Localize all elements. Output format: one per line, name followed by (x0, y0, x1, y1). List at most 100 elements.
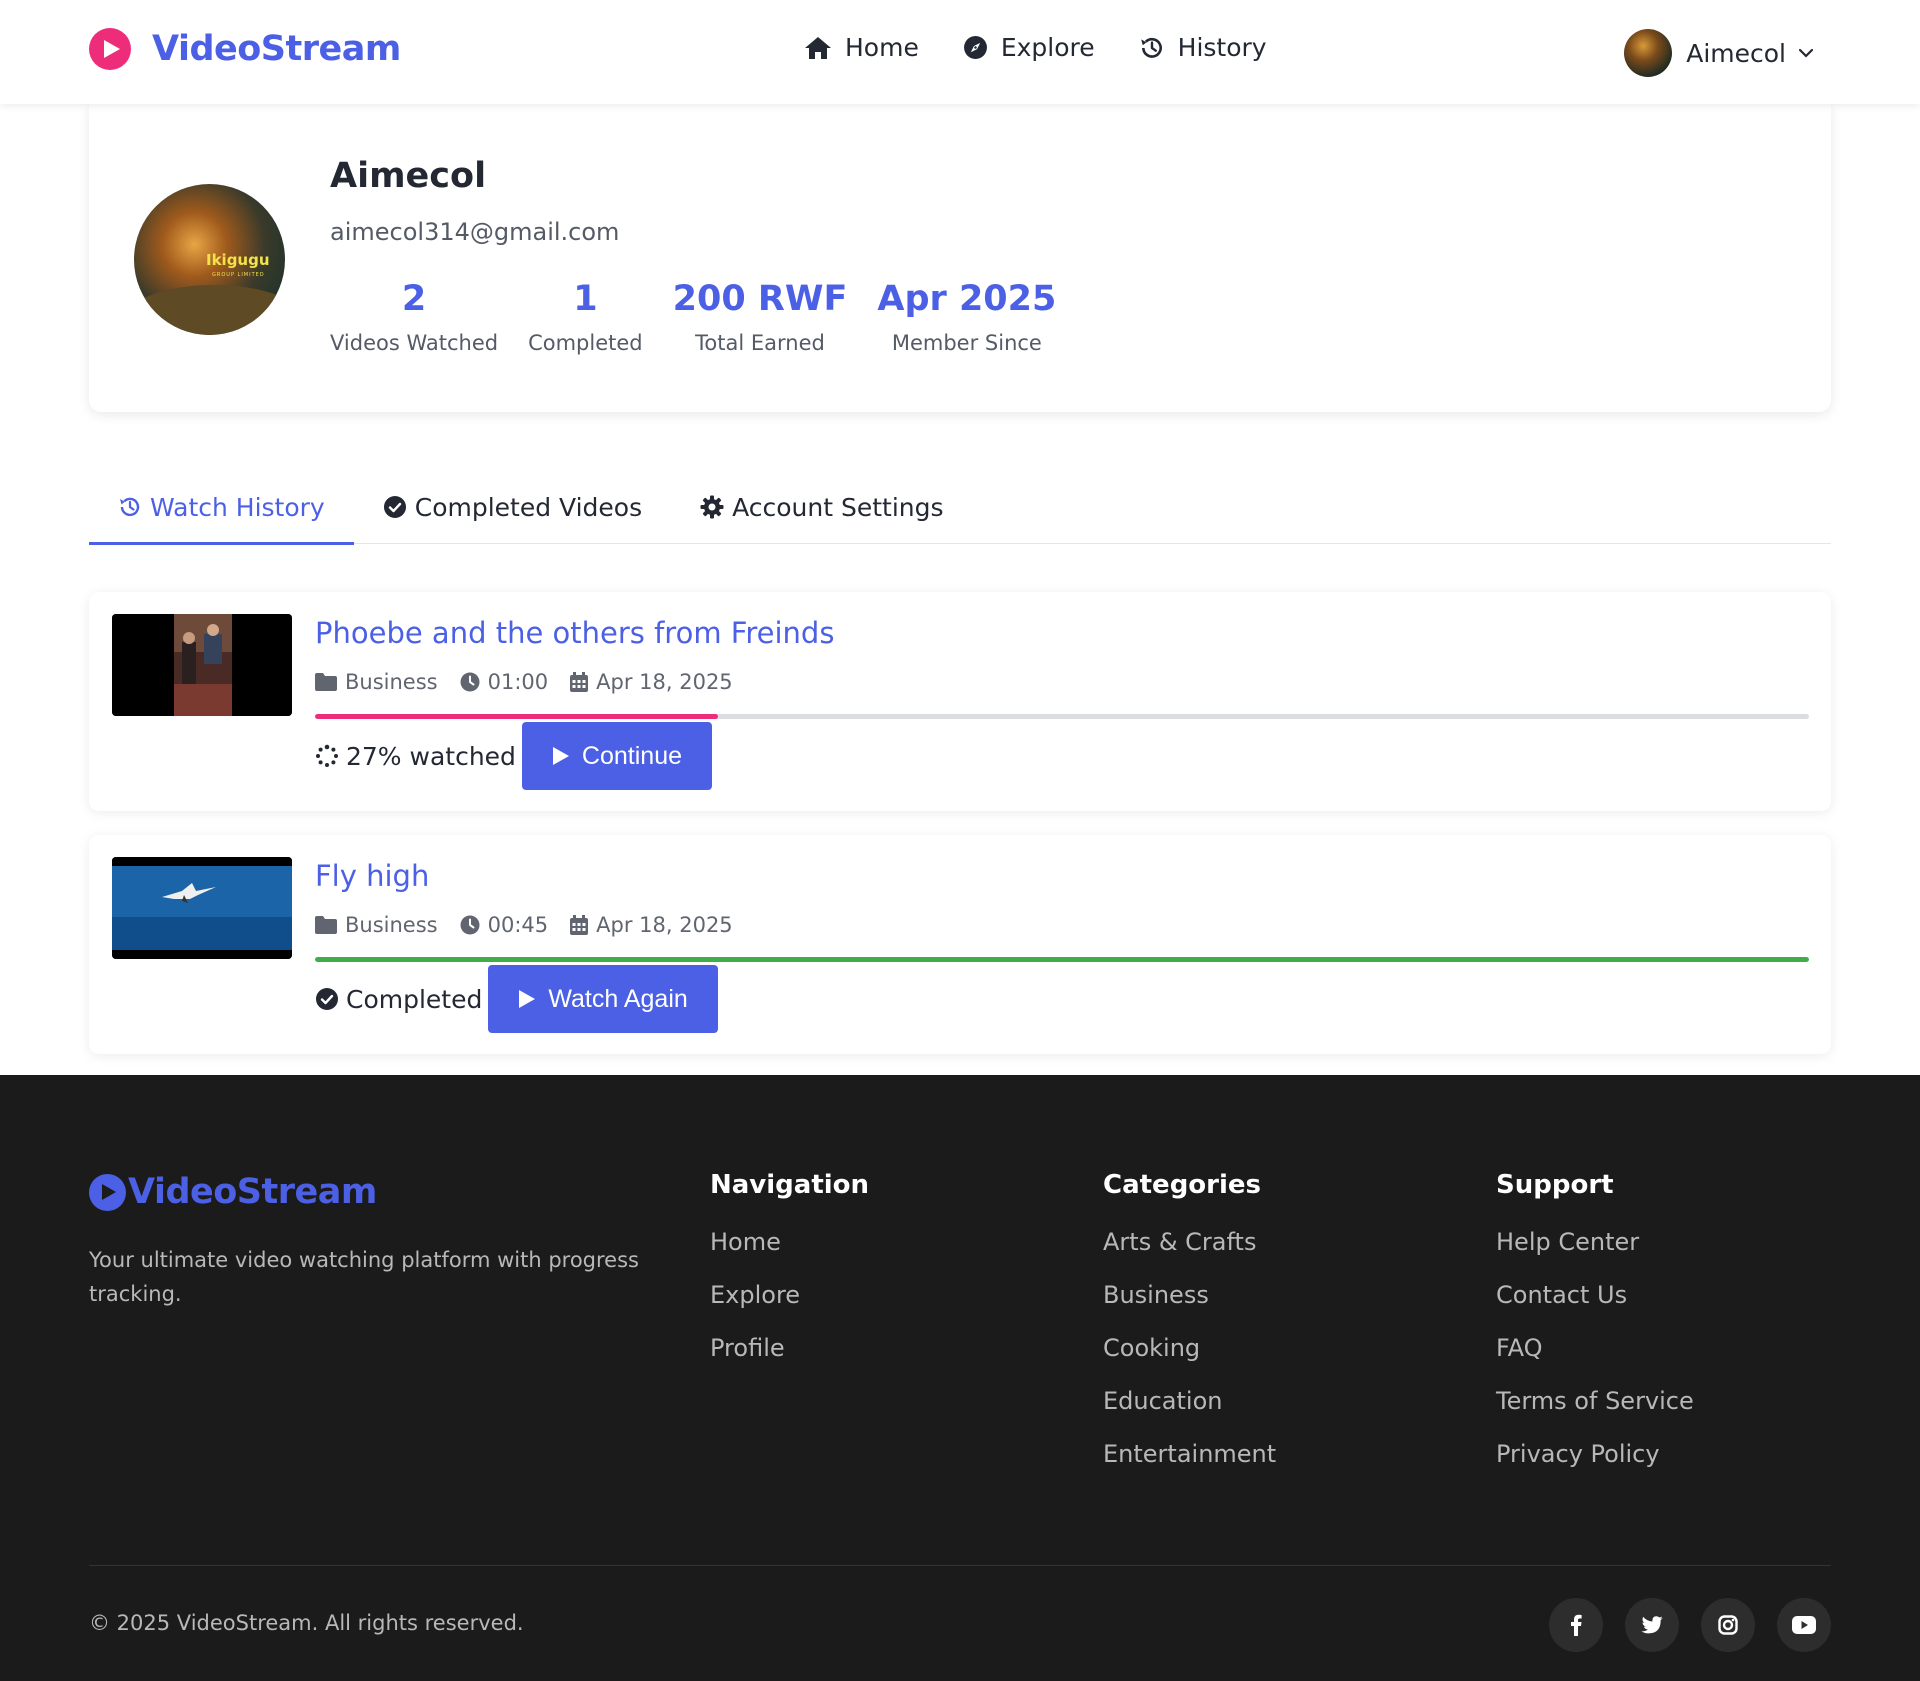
date-label: Apr 18, 2025 (596, 670, 733, 694)
footer-link-education[interactable]: Education (1103, 1387, 1276, 1440)
video-category: Business (315, 670, 438, 694)
video-thumbnail[interactable] (112, 614, 292, 716)
stat-label: Videos Watched (330, 330, 499, 355)
footer-column-categories: Categories Arts & Crafts Business Cookin… (1103, 1170, 1276, 1493)
instagram-link[interactable] (1701, 1598, 1755, 1652)
progress-bar (315, 957, 1809, 962)
check-circle-icon (383, 496, 406, 518)
tab-label: Account Settings (732, 492, 944, 522)
category-label: Business (345, 913, 438, 937)
play-icon (552, 747, 569, 765)
video-date: Apr 18, 2025 (570, 913, 733, 937)
status-row: Completed Watch Again (315, 965, 718, 1033)
status-row: 27% watched Continue (315, 722, 712, 790)
video-duration: 00:45 (460, 913, 549, 937)
nav-explore[interactable]: Explore (963, 33, 1095, 62)
watch-status: Completed (315, 985, 482, 1014)
history-item: Fly high Business 00:45 Apr 18, 2025 Com… (89, 835, 1831, 1054)
twitter-icon (1641, 1616, 1663, 1634)
gear-icon (700, 495, 724, 519)
button-label: Watch Again (548, 984, 688, 1013)
stat-member-since: Apr 2025 Member Since (877, 280, 1056, 355)
watch-again-button[interactable]: Watch Again (488, 965, 718, 1033)
profile-card: Ikigugu GROUP LIMITED Aimecol aimecol314… (89, 104, 1831, 412)
avatar-logo-subtext: GROUP LIMITED (212, 272, 265, 278)
spinner-icon (316, 744, 338, 767)
footer-link-explore[interactable]: Explore (710, 1281, 869, 1334)
facebook-link[interactable] (1549, 1598, 1603, 1652)
home-icon (805, 36, 831, 59)
nav-home-label: Home (845, 33, 919, 62)
clock-icon (460, 672, 480, 692)
folder-icon (315, 916, 337, 934)
nav-explore-label: Explore (1000, 33, 1095, 62)
footer-brand-name: VideoStream (128, 1172, 377, 1212)
calendar-icon (570, 672, 589, 692)
nav-history-label: History (1177, 33, 1267, 62)
footer-link-terms[interactable]: Terms of Service (1496, 1387, 1694, 1440)
video-date: Apr 18, 2025 (570, 670, 733, 694)
continue-button[interactable]: Continue (521, 722, 712, 790)
video-title[interactable]: Fly high (315, 859, 429, 893)
calendar-icon (570, 915, 589, 935)
footer-link-entertainment[interactable]: Entertainment (1103, 1440, 1276, 1493)
footer-column-title: Support (1496, 1170, 1614, 1200)
folder-icon (315, 673, 337, 691)
play-logo-icon (89, 1173, 126, 1211)
user-menu[interactable]: Aimecol (1624, 29, 1814, 77)
footer-column-title: Navigation (710, 1170, 870, 1200)
site-footer: VideoStream Your ultimate video watching… (0, 1075, 1920, 1681)
stat-value: 200 RWF (672, 279, 848, 319)
footer-link-contact-us[interactable]: Contact Us (1496, 1281, 1694, 1334)
tab-watch-history[interactable]: Watch History (89, 470, 354, 545)
video-title[interactable]: Phoebe and the others from Freinds (315, 616, 834, 650)
profile-avatar: Ikigugu GROUP LIMITED (134, 184, 285, 335)
social-links (1527, 1598, 1831, 1652)
brand-logo[interactable]: VideoStream (89, 28, 401, 70)
footer-column-support: Support Help Center Contact Us FAQ Terms… (1496, 1170, 1694, 1493)
category-label: Business (345, 670, 438, 694)
status-label: Completed (346, 984, 483, 1014)
check-circle-icon (316, 988, 338, 1010)
history-item: Phoebe and the others from Freinds Busin… (89, 592, 1831, 811)
progress-fill (315, 957, 1809, 962)
chevron-down-icon (1798, 48, 1814, 58)
compass-icon (963, 36, 987, 59)
instagram-icon (1718, 1615, 1738, 1635)
youtube-link[interactable] (1777, 1598, 1831, 1652)
video-meta: Business 00:45 Apr 18, 2025 (315, 913, 755, 937)
footer-link-business[interactable]: Business (1103, 1281, 1276, 1334)
video-category: Business (315, 913, 438, 937)
status-label: 27% watched (346, 741, 516, 771)
twitter-link[interactable] (1625, 1598, 1679, 1652)
footer-column-title: Categories (1103, 1170, 1262, 1200)
footer-link-arts-crafts[interactable]: Arts & Crafts (1103, 1228, 1276, 1281)
footer-link-faq[interactable]: FAQ (1496, 1334, 1694, 1387)
avatar-logo-text: Ikigugu (206, 251, 270, 269)
youtube-icon (1792, 1616, 1816, 1634)
footer-link-privacy[interactable]: Privacy Policy (1496, 1440, 1694, 1493)
user-name: Aimecol (1686, 38, 1786, 68)
stat-value: 1 (573, 279, 598, 319)
stat-total-earned: 200 RWF Total Earned (673, 280, 848, 355)
footer-link-home[interactable]: Home (710, 1228, 869, 1281)
tab-account-settings[interactable]: Account Settings (671, 470, 972, 544)
nav-history[interactable]: History (1139, 33, 1267, 62)
footer-link-profile[interactable]: Profile (710, 1334, 869, 1387)
tab-completed-videos[interactable]: Completed Videos (354, 470, 671, 544)
profile-name: Aimecol (330, 156, 487, 196)
progress-bar (315, 714, 1809, 719)
footer-link-cooking[interactable]: Cooking (1103, 1334, 1276, 1387)
profile-stats: 2 Videos Watched 1 Completed 200 RWF Tot… (330, 280, 1086, 355)
stat-label: Completed (528, 330, 643, 355)
nav-home[interactable]: Home (804, 33, 919, 62)
date-label: Apr 18, 2025 (596, 913, 733, 937)
footer-brand-logo[interactable]: VideoStream (89, 1172, 377, 1212)
copyright-text: © 2025 VideoStream. All rights reserved. (89, 1611, 524, 1635)
watch-status: 27% watched (315, 742, 516, 771)
progress-fill (315, 714, 719, 719)
video-thumbnail[interactable] (112, 857, 292, 959)
duration-label: 00:45 (487, 913, 549, 937)
stat-label: Member Since (891, 330, 1042, 355)
footer-link-help-center[interactable]: Help Center (1496, 1228, 1694, 1281)
